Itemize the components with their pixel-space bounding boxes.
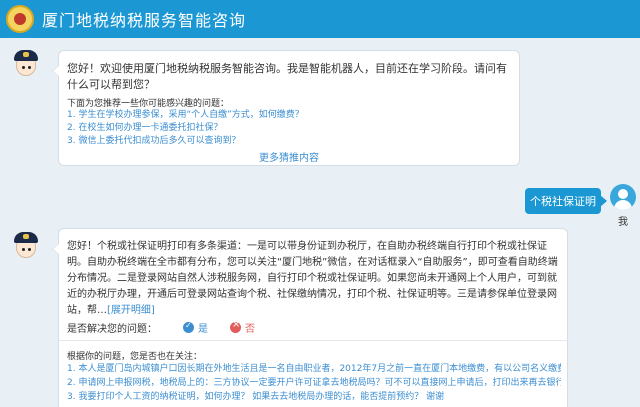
suggestion-link[interactable]: 1. 学生在学校办理参保，采用“个人自缴”方式，如何缴费？ xyxy=(67,109,304,122)
related-question-link[interactable]: 2. 申请网上申报网税，地税局上的：三方协议一定要开户许可证拿去地税局吗？可不可… xyxy=(67,376,561,390)
robot-avatar-icon xyxy=(12,50,40,78)
more-suggestions-link[interactable]: 更多猜推内容 xyxy=(59,149,519,164)
tax-emblem-icon xyxy=(6,5,34,33)
answer-message-bubble: 您好！个税或社保证明打印有多条渠道：一是可以带身份证到办税厅，在自助办税终端自行… xyxy=(52,228,568,407)
related-list: 1. 本人是厦门岛内城镇户口因长期在外地生活且是一名自由职业者，2012年7月之… xyxy=(67,362,561,404)
expand-details-link[interactable]: [展开明细] xyxy=(107,305,155,316)
robot-avatar-icon xyxy=(12,232,40,260)
user-avatar-icon xyxy=(610,184,636,210)
user-name: 我 xyxy=(618,217,628,228)
related-question-link[interactable]: 3. 我要打印个人工资的纳税证明，如何办理？ 如果去去地税局办理的话，能否提前预… xyxy=(67,390,561,404)
related-title: 根据你的问题，您是否也在关注： xyxy=(67,352,203,362)
feedback-yes-label: 是 xyxy=(198,324,208,335)
feedback-row: 是否解决您的问题： 是 否 xyxy=(67,319,255,335)
app-header: 厦门地税纳税服务智能咨询 xyxy=(0,0,640,38)
check-icon xyxy=(183,321,194,333)
feedback-no-label: 否 xyxy=(245,324,255,335)
feedback-yes-button[interactable]: 是 xyxy=(183,320,208,335)
suggestions-title: 下面为您推荐一些你可能感兴趣的问题： xyxy=(67,99,230,109)
welcome-message-bubble: 您好！欢迎使用厦门地税纳税服务智能咨询。我是智能机器人，目前还在学习阶段。请问有… xyxy=(52,50,520,166)
related-question-link[interactable]: 1. 本人是厦门岛内城镇户口因长期在外地生活且是一名自由职业者，2012年7月之… xyxy=(67,362,561,376)
feedback-label: 是否解决您的问题： xyxy=(67,324,157,335)
divider xyxy=(58,340,568,341)
close-icon xyxy=(230,319,241,333)
welcome-text: 您好！欢迎使用厦门地税纳税服务智能咨询。我是智能机器人，目前还在学习阶段。请问有… xyxy=(67,62,507,91)
suggestion-list: 1. 学生在学校办理参保，采用“个人自缴”方式，如何缴费？ 2. 在校生如何办理… xyxy=(67,109,304,148)
feedback-no-button[interactable]: 否 xyxy=(230,319,255,335)
user-message-bubble: 个税社保证明 xyxy=(525,188,607,214)
suggestion-link[interactable]: 2. 在校生如何办理一卡通委托扣社保？ xyxy=(67,122,304,135)
answer-text: 您好！个税或社保证明打印有多条渠道：一是可以带身份证到办税厅，在自助办税终端自行… xyxy=(67,239,561,319)
suggestion-link[interactable]: 3. 微信上委托代扣成功后多久可以查询到？ xyxy=(67,135,304,148)
page-title: 厦门地税纳税服务智能咨询 xyxy=(42,11,247,30)
